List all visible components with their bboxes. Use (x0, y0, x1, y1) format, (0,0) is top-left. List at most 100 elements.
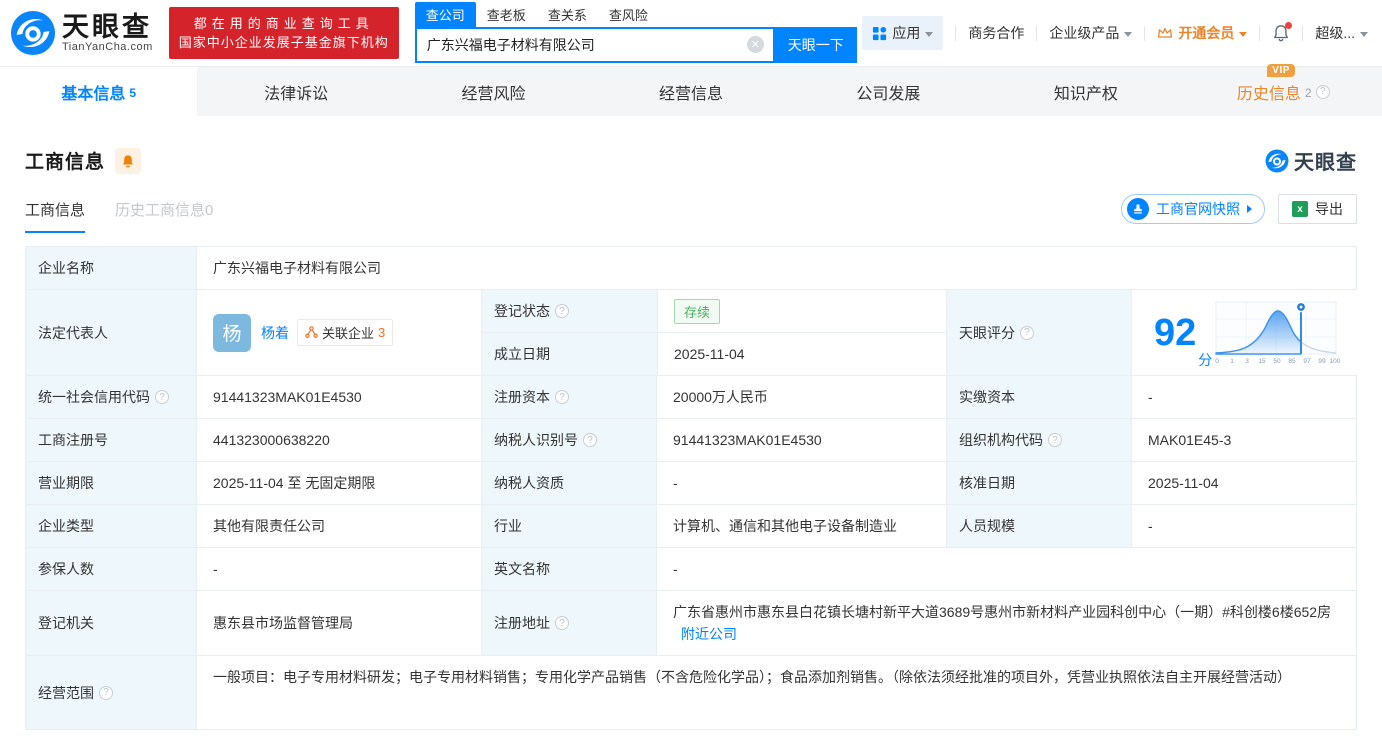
nav-open-vip[interactable]: 开通会员 (1157, 23, 1247, 43)
credit-code-value: 91441323MAK01E4530 (196, 376, 481, 418)
tab-intellectual-property-label: 知识产权 (1054, 80, 1118, 104)
tab-operation-risk-label: 经营风险 (462, 80, 526, 104)
subtab-business-info[interactable]: 工商信息 (25, 199, 85, 233)
search-block: 查公司 查老板 查关系 查风险 ✕ 天眼一下 (415, 4, 857, 63)
tab-operation-risk[interactable]: 经营风险 (395, 67, 592, 116)
related-companies-label: 关联企业 (322, 323, 374, 342)
company-type-label: 企业类型 (26, 505, 196, 547)
search-tab-company[interactable]: 查公司 (415, 2, 476, 27)
credit-code-label: 统一社会信用代码 (38, 387, 150, 407)
company-name-label: 企业名称 (26, 247, 196, 289)
svg-text:15: 15 (1259, 358, 1267, 365)
reg-status-label-cell: 登记状态 (482, 290, 657, 332)
table-row: 法定代表人 杨 杨着 关联企业 3 (26, 289, 1356, 375)
help-icon[interactable] (99, 686, 113, 700)
tianyancha-logo[interactable]: 天眼查 TianYanCha.com (10, 10, 153, 56)
english-name-label: 英文名称 (481, 548, 656, 590)
divider (1259, 26, 1260, 41)
tab-intellectual-property[interactable]: 知识产权 (987, 67, 1184, 116)
tab-legal-litigation-label: 法律诉讼 (264, 80, 328, 104)
slogan-line1: 都在用的商业查询工具 (179, 14, 389, 33)
watermark-text: 天眼查 (1294, 146, 1357, 175)
chevron-down-icon (1360, 32, 1368, 37)
nav-user-menu[interactable]: 超级... (1315, 23, 1368, 43)
business-term-value: 2025-11-04 至 无固定期限 (196, 462, 481, 504)
tab-basic-info[interactable]: 基本信息 5 (0, 67, 197, 116)
tab-company-development[interactable]: 公司发展 (790, 67, 987, 116)
table-row: 登记机关 惠东县市场监督管理局 注册地址 广东省惠州市惠东县白花镇长塘村新平大道… (26, 590, 1356, 655)
search-tabs: 查公司 查老板 查关系 查风险 (415, 4, 857, 27)
help-icon[interactable] (555, 390, 569, 404)
table-row: 工商注册号 441323000638220 纳税人识别号 91441323MAK… (26, 418, 1356, 461)
monitor-bell-button[interactable] (115, 148, 141, 174)
help-icon[interactable] (155, 390, 169, 404)
top-nav: 应用 商务合作 企业级产品 开通会员 (862, 16, 1368, 50)
export-button[interactable]: x 导出 (1278, 194, 1357, 224)
business-scope-value: 一般项目：电子专用材料研发；电子专用材料销售；专用化学产品销售（不含危险化学品）… (196, 656, 1356, 729)
search-input[interactable] (417, 37, 747, 53)
arrow-right-icon (1247, 205, 1252, 213)
reg-status-value-cell: 存续 (657, 290, 946, 332)
watermark-logo: 天眼查 (1265, 146, 1357, 175)
score-label: 天眼评分 (959, 323, 1015, 343)
legal-rep-name-link[interactable]: 杨着 (261, 323, 289, 343)
industry-value: 计算机、通信和其他电子设备制造业 (656, 505, 946, 547)
company-name-value: 广东兴福电子材料有限公司 (196, 247, 1356, 289)
tab-operation-info[interactable]: 经营信息 (592, 67, 789, 116)
related-companies-badge[interactable]: 关联企业 3 (297, 319, 393, 346)
slogan-line2: 国家中小企业发展子基金旗下机构 (179, 33, 389, 52)
help-icon[interactable] (555, 304, 569, 318)
tab-legal-litigation[interactable]: 法律诉讼 (197, 67, 394, 116)
chevron-down-icon (1124, 32, 1132, 37)
score-distribution-chart: 0 1 3 15 50 85 97 99 100 (1212, 298, 1340, 368)
subtab-history-business-info[interactable]: 历史工商信息0 (115, 199, 213, 220)
excel-icon: x (1292, 201, 1308, 217)
svg-text:3: 3 (1245, 358, 1249, 365)
chevron-down-icon (925, 32, 933, 37)
search-tab-relation[interactable]: 查关系 (537, 2, 598, 27)
english-name-value: - (656, 548, 1356, 590)
search-tab-risk[interactable]: 查风险 (598, 2, 659, 27)
tab-basic-info-label: 基本信息 (61, 80, 125, 104)
status-date-stack: 登记状态 存续 成立日期 2025-11-04 (481, 290, 946, 375)
approval-date-label: 核准日期 (946, 462, 1131, 504)
reg-capital-label-cell: 注册资本 (481, 376, 656, 418)
score-value: 92 (1154, 314, 1196, 352)
vip-badge: VIP (1267, 64, 1295, 77)
company-type-value: 其他有限责任公司 (196, 505, 481, 547)
approval-date-value: 2025-11-04 (1131, 462, 1356, 504)
reg-authority-label: 登记机关 (26, 591, 196, 655)
business-term-label: 营业期限 (26, 462, 196, 504)
search-button[interactable]: 天眼一下 (775, 27, 857, 63)
watermark-logo-icon (1265, 149, 1289, 173)
help-icon[interactable] (1316, 85, 1330, 99)
reg-address-label-cell: 注册地址 (481, 591, 656, 655)
reg-address-value: 广东省惠州市惠东县白花镇长塘村新平大道3689号惠州市新材料产业园科创中心（一期… (673, 604, 1331, 620)
nav-business-cooperation[interactable]: 商务合作 (968, 23, 1024, 43)
subtab-actions: 工商官网快照 x 导出 (1121, 194, 1357, 224)
search-tab-boss[interactable]: 查老板 (476, 2, 537, 27)
help-icon[interactable] (1048, 433, 1062, 447)
staff-size-label: 人员规模 (946, 505, 1131, 547)
section-title-row: 工商信息 天眼查 (25, 146, 1357, 175)
nearby-companies-link[interactable]: 附近公司 (681, 626, 737, 642)
help-icon[interactable] (1020, 326, 1034, 340)
tab-operation-info-label: 经营信息 (659, 80, 723, 104)
reg-address-value-cell: 广东省惠州市惠东县白花镇长塘村新平大道3689号惠州市新材料产业园科创中心（一期… (656, 591, 1356, 655)
help-icon[interactable] (583, 433, 597, 447)
help-icon[interactable] (555, 616, 569, 630)
table-row: 成立日期 2025-11-04 (482, 332, 946, 375)
official-snapshot-label: 工商官网快照 (1156, 199, 1240, 219)
legal-rep-avatar[interactable]: 杨 (213, 314, 251, 352)
business-scope-label: 经营范围 (38, 683, 94, 703)
clear-icon[interactable]: ✕ (747, 36, 764, 53)
brand-name: 天眼查 (62, 13, 153, 41)
tianyancha-logo-icon (10, 10, 56, 56)
nav-apps[interactable]: 应用 (862, 16, 943, 50)
tab-basic-info-count: 5 (129, 86, 136, 100)
notification-bell[interactable] (1272, 24, 1290, 42)
table-row: 营业期限 2025-11-04 至 无固定期限 纳税人资质 - 核准日期 202… (26, 461, 1356, 504)
nav-enterprise-products[interactable]: 企业级产品 (1049, 23, 1132, 43)
tab-history-info[interactable]: 历史信息 VIP 2 (1185, 67, 1382, 116)
official-snapshot-button[interactable]: 工商官网快照 (1121, 194, 1265, 224)
